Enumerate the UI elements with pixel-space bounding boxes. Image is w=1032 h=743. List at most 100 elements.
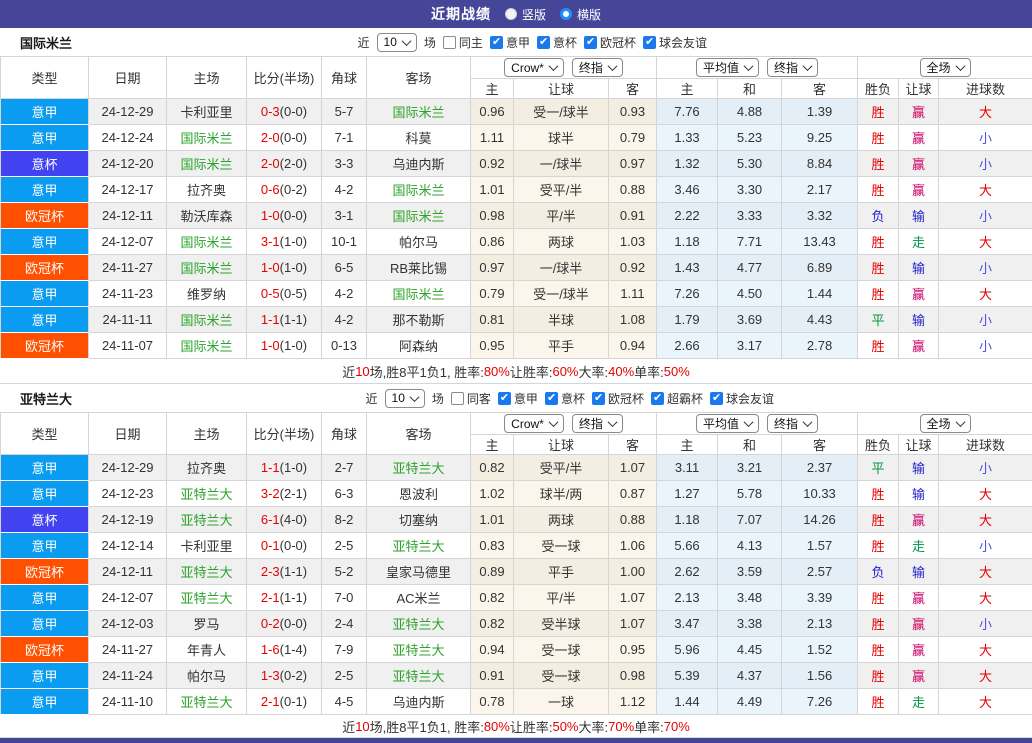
result-winloss-value: 胜 xyxy=(858,99,899,125)
avg-away-value: 14.26 xyxy=(782,507,858,533)
result-winloss-value: 胜 xyxy=(858,333,899,359)
result-winloss-value: 胜 xyxy=(858,177,899,203)
radio-selected-icon[interactable] xyxy=(560,8,572,20)
odds-handicap-value: 两球 xyxy=(514,507,609,533)
filter-checkbox-item[interactable]: 同主 xyxy=(443,34,483,51)
type-badge: 意杯 xyxy=(1,151,89,177)
filter-checkbox-item[interactable]: 欧冠杯 xyxy=(584,34,636,51)
scope-select[interactable]: 全场 xyxy=(920,58,971,77)
score-halftime: (0-5) xyxy=(280,286,307,301)
score: 1-1(1-1) xyxy=(247,307,322,333)
col-avg-draw: 和 xyxy=(718,435,782,455)
checkbox-icon[interactable] xyxy=(710,392,723,405)
score: 6-1(4-0) xyxy=(247,507,322,533)
odds-handicap-value: 受一球 xyxy=(514,637,609,663)
filter-checkbox-item[interactable]: 意甲 xyxy=(490,34,530,51)
filter-checkbox-item[interactable]: 同客 xyxy=(451,390,491,407)
recent-count-select[interactable]: 10 xyxy=(385,389,425,408)
avg-company-select[interactable]: 平均值 xyxy=(696,414,759,433)
col-type: 类型 xyxy=(1,413,89,455)
avg-home-value: 5.39 xyxy=(657,663,718,689)
checkbox-icon[interactable] xyxy=(545,392,558,405)
result-handicap-value: 输 xyxy=(899,203,939,229)
avg-stage-select[interactable]: 终指 xyxy=(767,414,818,433)
col-avg-draw: 和 xyxy=(718,79,782,99)
checkbox-icon[interactable] xyxy=(592,392,605,405)
radio-vertical-layout[interactable]: 竖版 xyxy=(505,6,546,23)
odds-handicap-value: 受平/半 xyxy=(514,455,609,481)
avg-draw-value: 4.49 xyxy=(718,689,782,715)
checkbox-label: 意杯 xyxy=(561,390,585,407)
filter-checkbox-item[interactable]: 球会友谊 xyxy=(643,34,707,51)
avg-home-value: 1.32 xyxy=(657,151,718,177)
match-row: 欧冠杯 24-11-27 国际米兰 1-0(1-0) 6-5 RB莱比锡 0.9… xyxy=(1,255,1032,281)
filter-checkbox-item[interactable]: 意甲 xyxy=(498,390,538,407)
odds-company-select[interactable]: Crow* xyxy=(504,58,564,77)
result-goals-value: 大 xyxy=(939,177,1032,203)
odds-handicap-value: 平手 xyxy=(514,559,609,585)
result-goals-value: 小 xyxy=(939,203,1032,229)
avg-away-value: 2.78 xyxy=(782,333,858,359)
score: 3-2(2-1) xyxy=(247,481,322,507)
result-winloss-value: 胜 xyxy=(858,481,899,507)
odds-home-value: 1.02 xyxy=(471,481,514,507)
avg-company-select[interactable]: 平均值 xyxy=(696,58,759,77)
recent-label: 近 xyxy=(358,34,370,51)
score-fulltime: 2-0 xyxy=(261,156,280,171)
checkbox-icon[interactable] xyxy=(537,36,550,49)
recent-count-select[interactable]: 10 xyxy=(377,33,417,52)
avg-away-value: 3.32 xyxy=(782,203,858,229)
checkbox-icon[interactable] xyxy=(498,392,511,405)
odds-home-value: 1.01 xyxy=(471,507,514,533)
avg-stage-select[interactable]: 终指 xyxy=(767,58,818,77)
odds-handicap-value: 半球 xyxy=(514,307,609,333)
filter-checkbox-item[interactable]: 欧冠杯 xyxy=(592,390,644,407)
corner-score: 4-2 xyxy=(322,307,367,333)
result-goals-value: 小 xyxy=(939,125,1032,151)
result-handicap-value: 赢 xyxy=(899,151,939,177)
score-halftime: (1-1) xyxy=(280,312,307,327)
col-corner: 角球 xyxy=(322,413,367,455)
filter-checkbox-item[interactable]: 球会友谊 xyxy=(710,390,774,407)
away-team: 乌迪内斯 xyxy=(367,689,471,715)
match-row: 意甲 24-11-10 亚特兰大 2-1(0-1) 4-5 乌迪内斯 0.78 … xyxy=(1,689,1032,715)
filter-checkbox-item[interactable]: 意杯 xyxy=(537,34,577,51)
filter-checkbox-item[interactable]: 意杯 xyxy=(545,390,585,407)
away-team: 亚特兰大 xyxy=(367,637,471,663)
result-group-header: 全场 xyxy=(858,413,1032,435)
odds-stage-select[interactable]: 终指 xyxy=(572,414,623,433)
odds-away-value: 0.88 xyxy=(609,507,657,533)
type-badge: 意甲 xyxy=(1,481,89,507)
checkbox-icon[interactable] xyxy=(443,36,456,49)
radio-horizontal-layout[interactable]: 横版 xyxy=(560,6,601,23)
result-winloss-value: 胜 xyxy=(858,637,899,663)
chevron-down-icon xyxy=(548,61,558,71)
summary-segment: 让胜率: xyxy=(510,362,553,381)
results-table-atalanta: 类型 日期 主场 比分(半场) 角球 客场 Crow* 终指 平均值 终指 xyxy=(0,412,1032,715)
filter-checkbox-item[interactable]: 超霸杯 xyxy=(651,390,703,407)
match-date: 24-12-24 xyxy=(89,125,167,151)
scope-select[interactable]: 全场 xyxy=(920,414,971,433)
odds-home-value: 0.82 xyxy=(471,585,514,611)
odds-handicap-value: 受平/半 xyxy=(514,177,609,203)
summary-segment: 10 xyxy=(355,719,369,734)
checkbox-label: 意甲 xyxy=(514,390,538,407)
checkbox-icon[interactable] xyxy=(643,36,656,49)
result-handicap-value: 走 xyxy=(899,533,939,559)
checkbox-icon[interactable] xyxy=(490,36,503,49)
odds-company-select[interactable]: Crow* xyxy=(504,414,564,433)
odds-stage-select[interactable]: 终指 xyxy=(572,58,623,77)
radio-unselected-icon[interactable] xyxy=(505,8,517,20)
match-date: 24-12-07 xyxy=(89,585,167,611)
checkbox-icon[interactable] xyxy=(651,392,664,405)
corner-score: 6-5 xyxy=(322,255,367,281)
score-fulltime: 1-1 xyxy=(261,312,280,327)
home-team: 罗马 xyxy=(167,611,247,637)
checkbox-icon[interactable] xyxy=(451,392,464,405)
avg-away-value: 10.33 xyxy=(782,481,858,507)
avg-home-value: 3.47 xyxy=(657,611,718,637)
odds-away-value: 0.95 xyxy=(609,637,657,663)
score-fulltime: 0-6 xyxy=(261,182,280,197)
result-winloss-value: 胜 xyxy=(858,281,899,307)
checkbox-icon[interactable] xyxy=(584,36,597,49)
